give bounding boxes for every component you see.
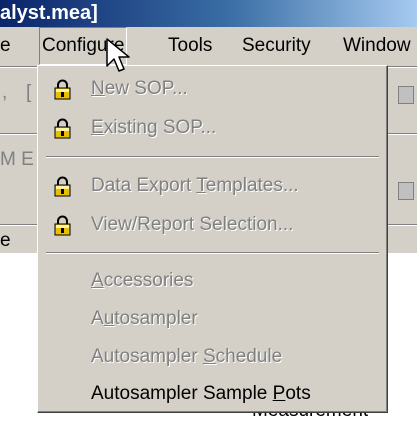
mnemonic-suffix: emplates...: [205, 175, 299, 196]
mnemonic-letter: T: [196, 175, 206, 196]
padlock-icon: [54, 118, 71, 139]
menu-security[interactable]: Security: [242, 27, 311, 65]
mnemonic-letter: N: [91, 78, 105, 99]
mnemonic-suffix: ew SOP...: [104, 78, 188, 99]
menu-file-fragment[interactable]: e: [0, 27, 11, 65]
menu-item-data-export-templates[interactable]: Data Export Templates...: [40, 170, 385, 202]
menu-separator: [46, 156, 379, 158]
mnemonic-prefix: Autosampler Sample: [91, 383, 273, 404]
toolbar-fragment: ,: [2, 82, 8, 103]
padlock-icon: [54, 215, 71, 236]
menu-item-accessories[interactable]: Accessories: [40, 265, 385, 297]
menu-item-new-sop[interactable]: New SOP...: [40, 73, 385, 105]
toolbar-button-icon[interactable]: [398, 86, 414, 104]
mnemonic-suffix: xisting SOP...: [103, 117, 217, 138]
toolbar-fragment: [: [26, 82, 32, 103]
toolbar-fragment: M E: [0, 149, 34, 170]
mnemonic-prefix: Autosampler: [91, 346, 203, 367]
mnemonic-letter: A: [91, 270, 104, 291]
mnemonic-suffix: ccessories: [103, 270, 194, 291]
menu-item-existing-sop[interactable]: Existing SOP...: [40, 112, 385, 144]
padlock-icon: [54, 176, 71, 197]
menu-tools[interactable]: Tools: [168, 27, 212, 65]
menu-bar: e Configure Tools Security Window: [0, 27, 417, 65]
pane-header-fragment: e: [0, 230, 11, 251]
mnemonic-letter: S: [202, 346, 216, 367]
mnemonic-prefix: A: [91, 308, 104, 329]
mnemonic-letter: P: [272, 383, 286, 404]
mnemonic-prefix: Data Export: [91, 175, 197, 196]
menu-separator: [46, 252, 379, 254]
menu-window[interactable]: Window: [343, 27, 411, 65]
mnemonic-suffix: tosampler: [114, 308, 198, 329]
menu-item-view-report-selection[interactable]: View/Report Selection...: [40, 209, 385, 241]
mouse-pointer-icon: [106, 38, 130, 72]
menu-item-autosampler-sample-pots[interactable]: Autosampler Sample Pots: [40, 378, 385, 410]
mnemonic-letter: u: [103, 308, 115, 329]
mnemonic-suffix: ots: [285, 383, 311, 404]
window-title: alyst.mea]: [0, 2, 98, 24]
title-bar: alyst.mea]: [0, 0, 417, 27]
configure-menu: New SOP... Existing SOP... Data Export T…: [37, 65, 388, 413]
toolbar-button-icon[interactable]: [398, 182, 414, 200]
menu-item-autosampler-schedule[interactable]: Autosampler Schedule: [40, 341, 385, 373]
padlock-icon: [54, 79, 71, 100]
mnemonic-letter: E: [91, 117, 104, 138]
menu-item-autosampler[interactable]: Autosampler: [40, 303, 385, 335]
mnemonic-prefix: View/Report Selection...: [91, 214, 294, 235]
mnemonic-suffix: chedule: [215, 346, 283, 367]
